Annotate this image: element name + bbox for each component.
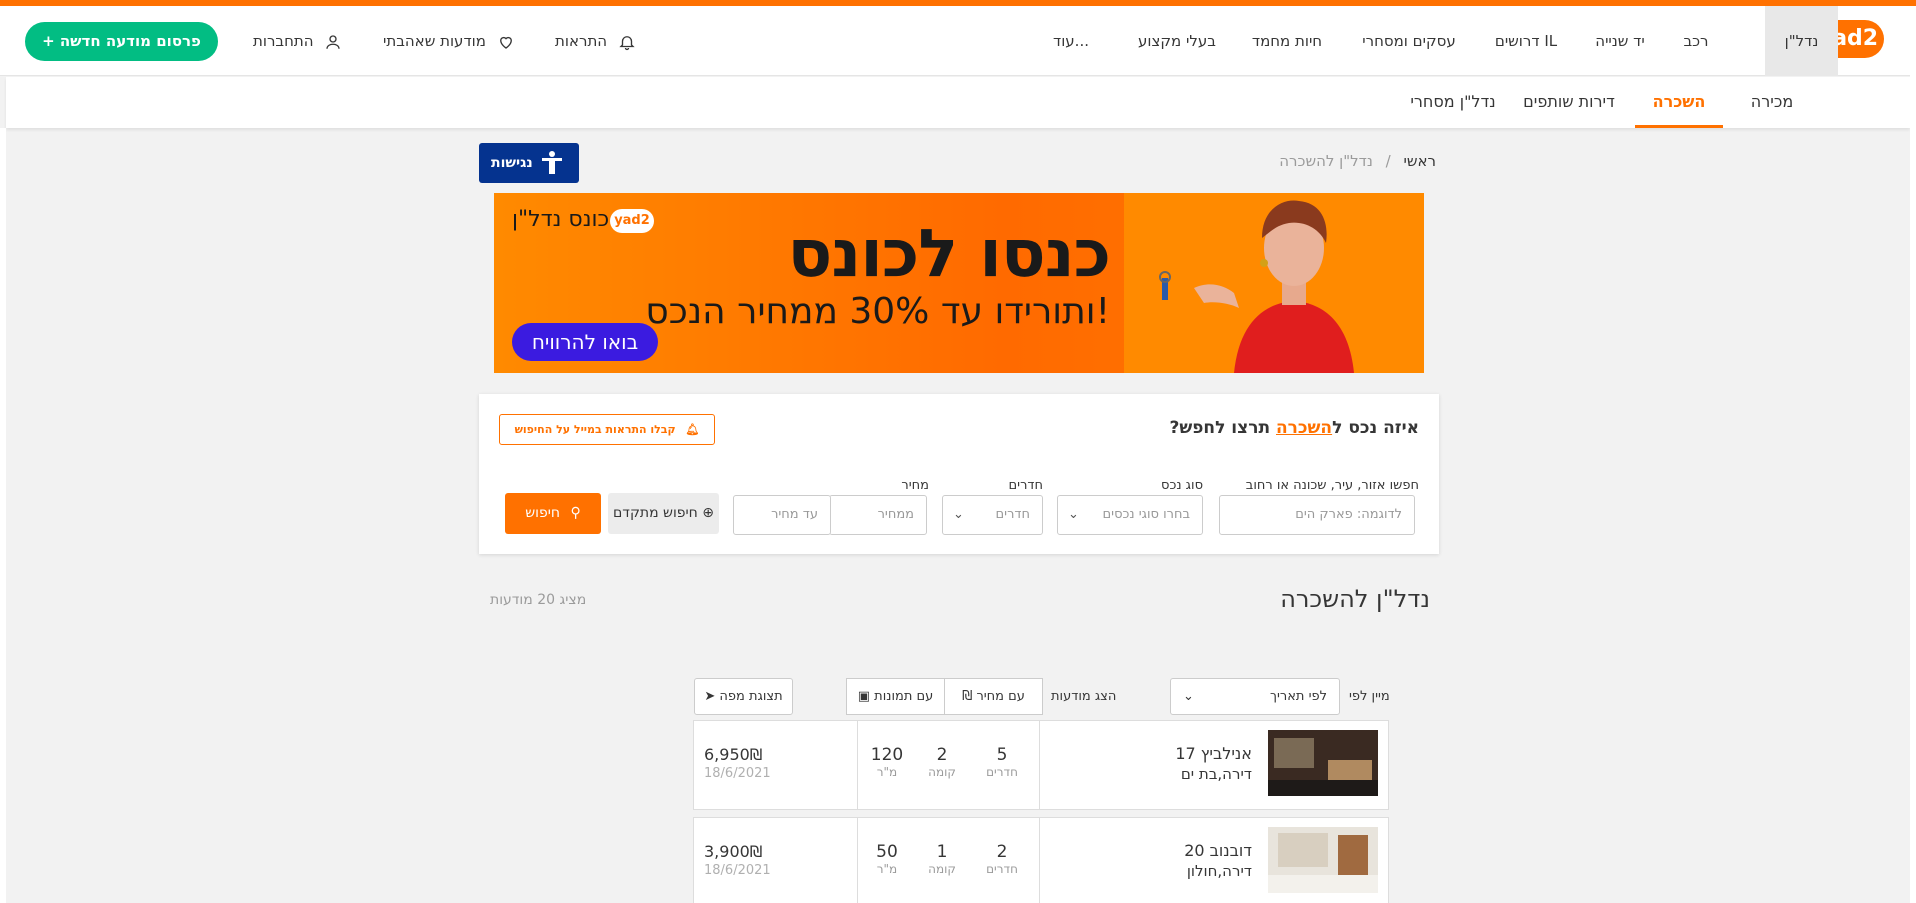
- chevron-down-icon: ⌄: [1183, 689, 1194, 704]
- listing-floor: 1 קומה: [928, 842, 956, 876]
- tab-rent[interactable]: השכרה: [1635, 77, 1723, 128]
- advanced-search-button[interactable]: חיפוש מתקדם ⊕: [608, 493, 719, 534]
- property-type-label: סוג נכס: [1161, 478, 1203, 493]
- listing-date: 18/6/2021: [704, 766, 771, 781]
- property-type-select[interactable]: בחרו סוגי נכסים ⌄: [1057, 495, 1203, 535]
- area-label: חפשו אזור, עיר, שכונה או רחוב: [1245, 478, 1419, 493]
- show-ads-label: הצג מודעות: [1051, 689, 1117, 704]
- nav-realestate[interactable]: נדל"ן: [1765, 6, 1838, 76]
- breadcrumb: ראשי / נדל"ן להשכרה: [1260, 152, 1436, 170]
- user-icon: [326, 34, 341, 49]
- price-max-input[interactable]: עד מחיר: [733, 495, 831, 535]
- tab-commercial[interactable]: נדל"ן מסחרי: [1402, 77, 1504, 128]
- listing-type-city: דירה,בת ים: [1180, 765, 1252, 783]
- breadcrumb-home[interactable]: ראשי: [1404, 152, 1436, 170]
- listing-price: 6,950₪: [704, 745, 763, 764]
- divider: [857, 818, 858, 903]
- banner-woman-image: [1124, 193, 1424, 373]
- search-icon: ⚲: [570, 505, 581, 521]
- search-deal-type: השכרה: [1275, 418, 1333, 438]
- search-question: איזה נכס להשכרה תרצו לחפש?: [1169, 418, 1419, 438]
- listing-row[interactable]: דובנוב 20 דירה,חולון 2 חדרים 1 קומה 50 מ"ר …: [693, 817, 1389, 903]
- rooms-label: חדרים: [1008, 478, 1043, 493]
- nav-pets[interactable]: חיות מחמד: [1237, 6, 1337, 76]
- listing-rooms: 5 חדרים: [986, 745, 1018, 779]
- map-view-button[interactable]: ➤ תצוגת מפה: [694, 678, 793, 715]
- login-link[interactable]: התחברות: [253, 6, 342, 76]
- with-price-toggle[interactable]: ₪ עם מחיר: [944, 678, 1043, 715]
- accessibility-icon: [542, 151, 562, 174]
- bell-outline-icon: 🔔︎: [685, 423, 700, 436]
- favorites-link[interactable]: מודעות שאהבתי: [383, 6, 515, 76]
- listing-size: 50 מ"ר: [876, 842, 898, 876]
- email-alerts-button[interactable]: קבלו התראות במייל על החיפוש 🔔︎: [499, 414, 715, 445]
- breadcrumb-separator: /: [1385, 152, 1391, 170]
- login-label: התחברות: [253, 32, 314, 50]
- nav-secondhand[interactable]: יד שנייה: [1584, 6, 1656, 76]
- listing-address: אנילביץ 17: [1175, 744, 1252, 763]
- listing-photo: [1268, 827, 1378, 893]
- plus-circle-icon: ⊕: [702, 505, 714, 521]
- listing-type-city: דירה,חולון: [1186, 862, 1252, 880]
- divider: [1039, 818, 1040, 903]
- favorites-label: מודעות שאהבתי: [383, 32, 486, 50]
- listing-photo: [1268, 730, 1378, 796]
- banner-title: כנסו לכונס: [787, 215, 1111, 292]
- listing-size: 120 מ"ר: [870, 745, 904, 779]
- promo-banner[interactable]: כונס נדל"ן yad2 כנסו לכונס ותורידו עד 30…: [494, 193, 1424, 373]
- email-alerts-label: קבלו התראות במייל על החיפוש: [514, 423, 676, 436]
- divider: [857, 721, 858, 809]
- sub-navigation: מכירה השכרה דירות שותפים נדל"ן מסחרי: [6, 77, 1910, 128]
- price-min-input[interactable]: ממחיר: [829, 495, 927, 535]
- banner-cta-button[interactable]: בואו להרוויח: [512, 323, 658, 361]
- results-count: מציג 20 מודעות: [490, 592, 587, 608]
- shekel-icon: ₪: [962, 689, 973, 704]
- results-title: נדל"ן להשכרה: [1280, 585, 1430, 613]
- accessibility-button[interactable]: נגישות: [479, 143, 579, 183]
- divider: [1039, 721, 1040, 809]
- search-submit-button[interactable]: חיפוש ⚲: [505, 493, 601, 534]
- nav-business[interactable]: עסקים ומסחרי: [1350, 6, 1468, 76]
- listing-rooms: 2 חדרים: [986, 842, 1018, 876]
- with-photos-toggle[interactable]: ▣ עם תמונות: [846, 678, 945, 715]
- image-icon: ▣: [857, 689, 871, 704]
- heart-icon: [499, 36, 512, 49]
- price-label: מחיר: [901, 478, 929, 493]
- navigation-arrow-icon: ➤: [704, 689, 716, 704]
- tab-sale[interactable]: מכירה: [1737, 77, 1807, 128]
- listing-address: דובנוב 20: [1184, 841, 1252, 860]
- listing-row[interactable]: אנילביץ 17 דירה,בת ים 5 חדרים 2 קומה 120 מ"…: [693, 720, 1389, 810]
- accessibility-label: נגישות: [491, 155, 533, 171]
- rooms-select[interactable]: חדרים ⌄: [942, 495, 1043, 535]
- listing-floor: 2 קומה: [928, 745, 956, 779]
- sort-label: מיין לפי: [1349, 689, 1390, 704]
- nav-cars[interactable]: רכב: [1668, 6, 1724, 76]
- left-edge: [0, 128, 6, 903]
- breadcrumb-current: נדל"ן להשכרה: [1279, 152, 1373, 170]
- nav-professionals[interactable]: בעלי מקצוע: [1130, 6, 1224, 76]
- tab-roommates[interactable]: דירות שותפים: [1516, 77, 1622, 128]
- nav-jobs[interactable]: דרושים IL: [1480, 6, 1572, 76]
- alerts-link[interactable]: התראות: [555, 6, 636, 76]
- listing-date: 18/6/2021: [704, 863, 771, 878]
- main-header: yad2 נדל"ן רכב יד שנייה דרושים IL עסקים …: [0, 6, 1916, 76]
- nav-more[interactable]: עוד...: [1048, 6, 1094, 76]
- scrollbar[interactable]: [1910, 6, 1916, 903]
- banner-subtitle: ותורידו עד 30% ממחיר הנכס!: [645, 291, 1110, 332]
- sort-select[interactable]: לפי תאריך ⌄: [1170, 678, 1340, 715]
- search-panel: איזה נכס להשכרה תרצו לחפש? קבלו התראות ב…: [479, 394, 1439, 554]
- area-search-input[interactable]: לדוגמה: פארק הים: [1219, 495, 1415, 535]
- alerts-label: התראות: [555, 32, 608, 50]
- banner-brand: כונס נדל"ן: [512, 207, 610, 232]
- chevron-down-icon: ⌄: [1068, 507, 1079, 522]
- post-ad-button[interactable]: + פרסום מודעה חדשה: [25, 22, 218, 61]
- chevron-down-icon: ⌄: [953, 507, 964, 522]
- listing-price: 3,900₪: [704, 842, 763, 861]
- banner-brand-logo: yad2: [610, 209, 654, 233]
- bell-icon: [619, 35, 635, 50]
